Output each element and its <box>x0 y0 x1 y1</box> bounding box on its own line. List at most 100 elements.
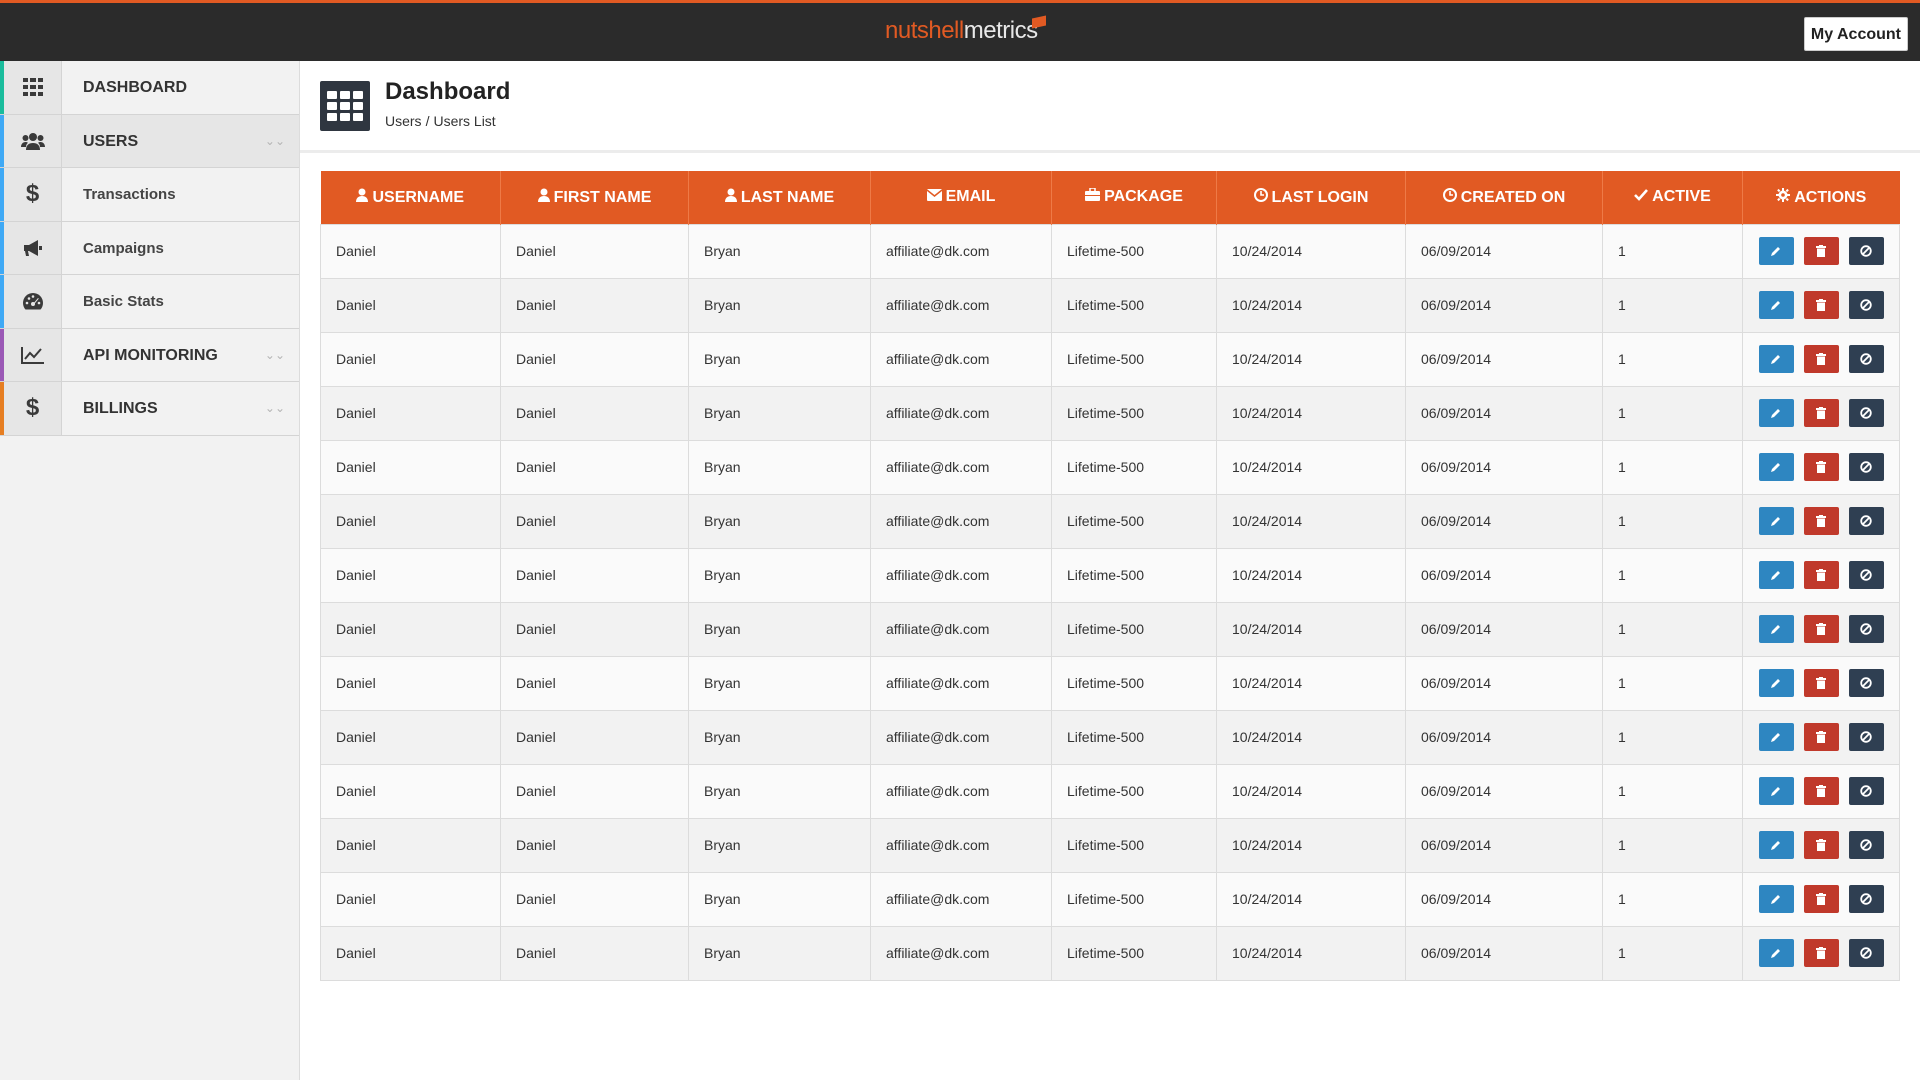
username-cell: Daniel <box>320 763 501 819</box>
delete-button[interactable] <box>1803 291 1839 319</box>
app-logo[interactable]: nutshellmetrics <box>885 17 1038 45</box>
logo-text-secondary: metrics <box>963 17 1038 44</box>
delete-button[interactable] <box>1803 723 1839 751</box>
last-name-cell: Bryan <box>688 439 871 495</box>
edit-button[interactable] <box>1758 777 1794 805</box>
edit-button[interactable] <box>1758 669 1794 697</box>
ban-button[interactable] <box>1848 453 1884 481</box>
actions-cell <box>1742 331 1900 387</box>
last-name-cell: Bryan <box>688 385 871 441</box>
users-table-container: USERNAME FIRST NAME LAST NAME EMAIL PACKAGE L… <box>320 171 1900 981</box>
edit-button[interactable] <box>1758 831 1794 859</box>
delete-button[interactable] <box>1803 399 1839 427</box>
briefcase-icon <box>1085 187 1101 204</box>
edit-button[interactable] <box>1758 507 1794 535</box>
top-bar: nutshellmetrics My Account <box>0 0 1920 61</box>
column-header-last-name[interactable]: LAST NAME <box>688 171 871 224</box>
last-login-cell: 10/24/2014 <box>1216 871 1406 927</box>
sidebar-item-billings[interactable]: $ BILLINGS ⌄⌄ <box>0 382 299 436</box>
email-cell: affiliate@dk.com <box>870 655 1052 711</box>
created-on-cell: 06/09/2014 <box>1405 493 1603 549</box>
email-cell: affiliate@dk.com <box>870 277 1052 333</box>
column-header-email[interactable]: EMAIL <box>870 171 1052 224</box>
edit-button[interactable] <box>1758 885 1794 913</box>
username-cell: Daniel <box>320 709 501 765</box>
actions-cell <box>1742 817 1900 873</box>
ban-button[interactable] <box>1848 831 1884 859</box>
delete-button[interactable] <box>1803 453 1839 481</box>
last-login-cell: 10/24/2014 <box>1216 547 1406 603</box>
column-header-label: CREATED ON <box>1460 188 1566 206</box>
first-name-cell: Daniel <box>500 709 689 765</box>
created-on-cell: 06/09/2014 <box>1405 223 1603 279</box>
ban-button[interactable] <box>1848 939 1884 967</box>
column-header-package[interactable]: PACKAGE <box>1051 171 1217 224</box>
delete-button[interactable] <box>1803 561 1839 589</box>
package-cell: Lifetime-500 <box>1051 331 1217 387</box>
delete-button[interactable] <box>1803 507 1839 535</box>
delete-button[interactable] <box>1803 885 1839 913</box>
delete-button[interactable] <box>1803 237 1839 265</box>
delete-button[interactable] <box>1803 939 1839 967</box>
last-name-cell: Bryan <box>688 763 871 819</box>
breadcrumb-item-users[interactable]: Users <box>385 113 422 129</box>
edit-button[interactable] <box>1758 291 1794 319</box>
column-header-active[interactable]: ACTIVE <box>1602 171 1743 224</box>
package-cell: Lifetime-500 <box>1051 277 1217 333</box>
actions-cell <box>1742 277 1900 333</box>
sidebar-item-users[interactable]: USERS ⌄⌄ <box>0 114 299 168</box>
active-cell: 1 <box>1602 331 1743 387</box>
delete-button[interactable] <box>1803 669 1839 697</box>
column-header-actions[interactable]: ACTIONS <box>1743 171 1900 224</box>
column-header-username[interactable]: USERNAME <box>320 171 501 224</box>
sidebar-item-basic-stats[interactable]: Basic Stats <box>0 275 299 329</box>
first-name-cell: Daniel <box>500 817 689 873</box>
column-header-created-on[interactable]: CREATED ON <box>1405 171 1603 224</box>
delete-button[interactable] <box>1803 615 1839 643</box>
ban-button[interactable] <box>1848 237 1884 265</box>
column-header-first-name[interactable]: FIRST NAME <box>500 171 689 224</box>
ban-button[interactable] <box>1848 561 1884 589</box>
ban-button[interactable] <box>1848 291 1884 319</box>
my-account-button[interactable]: My Account <box>1803 17 1908 51</box>
edit-button[interactable] <box>1758 453 1794 481</box>
email-cell: affiliate@dk.com <box>870 385 1052 441</box>
ban-button[interactable] <box>1848 345 1884 373</box>
sidebar-item-campaigns[interactable]: Campaigns <box>0 221 299 275</box>
sidebar-item-api-monitoring[interactable]: API MONITORING ⌄⌄ <box>0 328 299 382</box>
created-on-cell: 06/09/2014 <box>1405 277 1603 333</box>
ban-button[interactable] <box>1848 723 1884 751</box>
edit-button[interactable] <box>1758 345 1794 373</box>
sidebar-item-transactions[interactable]: $ Transactions <box>0 168 299 222</box>
last-name-cell: Bryan <box>688 601 871 657</box>
edit-button[interactable] <box>1758 237 1794 265</box>
package-cell: Lifetime-500 <box>1051 601 1217 657</box>
delete-button[interactable] <box>1803 777 1839 805</box>
table-row: Daniel Daniel Bryan affiliate@dk.com Lifetim… <box>320 223 1900 279</box>
edit-button[interactable] <box>1758 399 1794 427</box>
ban-button[interactable] <box>1848 669 1884 697</box>
ban-button[interactable] <box>1848 777 1884 805</box>
table-row: Daniel Daniel Bryan affiliate@dk.com Lifetim… <box>320 277 1900 333</box>
column-header-last-login[interactable]: LAST LOGIN <box>1216 171 1406 224</box>
edit-button[interactable] <box>1758 561 1794 589</box>
username-cell: Daniel <box>320 601 501 657</box>
active-cell: 1 <box>1602 817 1743 873</box>
table-row: Daniel Daniel Bryan affiliate@dk.com Lifetim… <box>320 655 1900 711</box>
ban-button[interactable] <box>1848 399 1884 427</box>
edit-button[interactable] <box>1758 939 1794 967</box>
edit-button[interactable] <box>1758 723 1794 751</box>
table-row: Daniel Daniel Bryan affiliate@dk.com Lifetim… <box>320 871 1900 927</box>
ban-button[interactable] <box>1848 615 1884 643</box>
last-login-cell: 10/24/2014 <box>1216 925 1406 981</box>
active-cell: 1 <box>1602 871 1743 927</box>
ban-button[interactable] <box>1848 507 1884 535</box>
check-icon <box>1634 188 1649 204</box>
package-cell: Lifetime-500 <box>1051 871 1217 927</box>
delete-button[interactable] <box>1803 345 1839 373</box>
sidebar-item-dashboard[interactable]: DASHBOARD <box>0 61 299 115</box>
delete-button[interactable] <box>1803 831 1839 859</box>
edit-button[interactable] <box>1758 615 1794 643</box>
ban-button[interactable] <box>1848 885 1884 913</box>
actions-cell <box>1742 655 1900 711</box>
